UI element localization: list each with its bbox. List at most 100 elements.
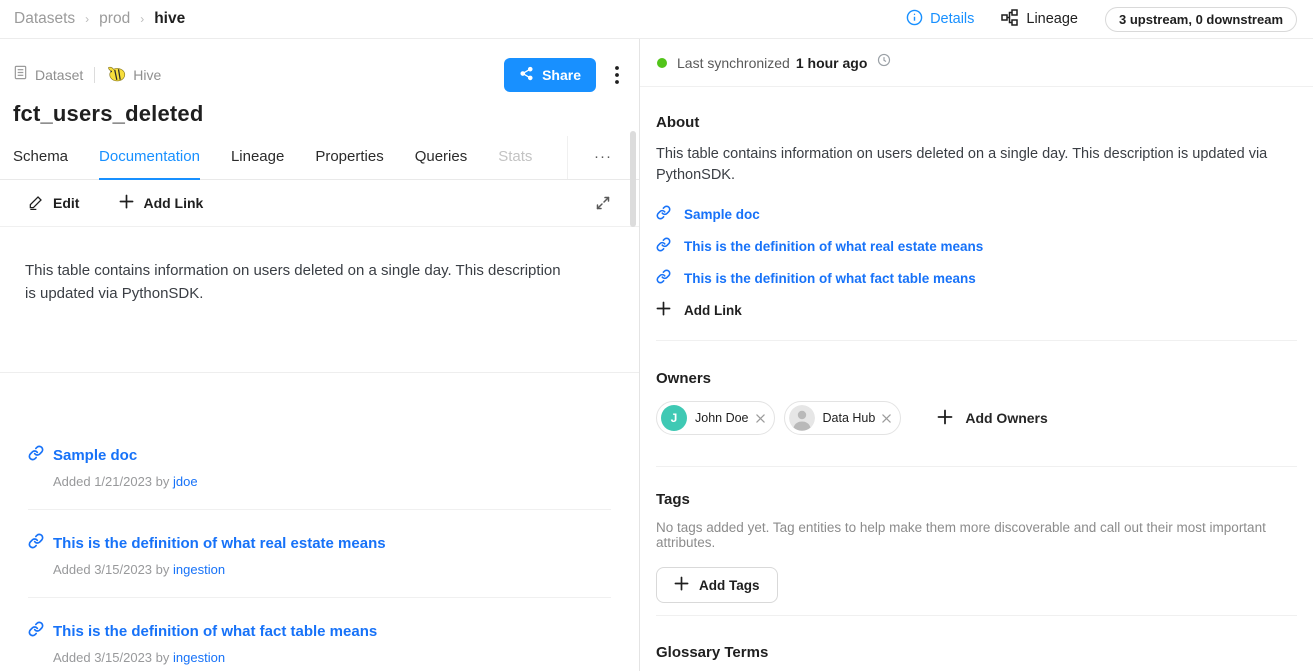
doc-link-title: Sample doc xyxy=(53,447,137,464)
owner-pill-data-hub[interactable]: Data Hub xyxy=(784,401,902,435)
lineage-icon xyxy=(1001,9,1018,30)
platform-label: Hive xyxy=(133,67,161,83)
plus-icon xyxy=(937,409,953,428)
main-layout: Dataset Hive Share fct_users_deleted Sch… xyxy=(0,39,1313,671)
share-label: Share xyxy=(542,67,581,83)
edit-label: Edit xyxy=(53,195,79,211)
plus-icon xyxy=(119,194,134,212)
add-link-label: Add Link xyxy=(143,195,203,211)
entity-panel: Dataset Hive Share fct_users_deleted Sch… xyxy=(0,39,640,671)
breadcrumb-separator: › xyxy=(85,12,89,26)
doc-link[interactable]: Sample doc xyxy=(28,445,611,465)
tab-documentation[interactable]: Documentation xyxy=(99,136,200,180)
lineage-toggle[interactable]: Lineage xyxy=(1001,9,1078,30)
doc-link-author[interactable]: jdoe xyxy=(173,474,198,489)
pencil-icon xyxy=(28,194,44,213)
tags-section-heading: Tags xyxy=(656,491,1297,508)
breadcrumb-prod[interactable]: prod xyxy=(99,10,130,28)
lineage-label: Lineage xyxy=(1026,11,1078,27)
link-icon xyxy=(28,533,44,553)
about-link-label: This is the definition of what fact tabl… xyxy=(684,271,976,286)
sync-status-text: Last synchronized xyxy=(677,55,790,71)
doc-link-author[interactable]: ingestion xyxy=(173,650,225,665)
plus-icon xyxy=(656,301,671,319)
glossary-section-heading: Glossary Terms xyxy=(656,644,1297,661)
owner-name: John Doe xyxy=(695,411,749,425)
divider xyxy=(656,615,1297,616)
documentation-text: This table contains information on users… xyxy=(25,260,573,305)
expand-icon[interactable] xyxy=(595,195,611,211)
doc-link-added: Added 1/21/2023 by xyxy=(53,474,169,489)
dataset-icon xyxy=(13,65,28,85)
datahub-dataset-page: Datasets › prod › hive Details Lineage 3… xyxy=(0,0,1313,671)
sidebar-add-link-label: Add Link xyxy=(684,303,742,318)
link-icon xyxy=(656,237,671,255)
top-actions: Details Lineage 3 upstream, 0 downstream xyxy=(906,7,1299,32)
sidebar-content: About This table contains information on… xyxy=(640,114,1313,671)
doc-link-meta: Added 3/15/2023 by ingestion xyxy=(53,650,611,665)
doc-link-meta: Added 3/15/2023 by ingestion xyxy=(53,562,611,577)
link-icon xyxy=(656,205,671,223)
about-link[interactable]: This is the definition of what fact tabl… xyxy=(656,262,1297,294)
edit-button[interactable]: Edit xyxy=(28,194,79,213)
add-owners-button[interactable]: Add Owners xyxy=(937,409,1047,428)
divider xyxy=(0,372,639,373)
add-tags-button[interactable]: Add Tags xyxy=(656,567,778,603)
documentation-links-list: Sample doc Added 1/21/2023 by jdoe This … xyxy=(0,445,639,671)
top-bar: Datasets › prod › hive Details Lineage 3… xyxy=(0,0,1313,39)
doc-link-title: This is the definition of what fact tabl… xyxy=(53,623,377,640)
add-tags-label: Add Tags xyxy=(699,578,760,593)
about-link[interactable]: This is the definition of what real esta… xyxy=(656,230,1297,262)
share-icon xyxy=(519,66,534,84)
avatar: J xyxy=(661,405,687,431)
link-icon xyxy=(28,621,44,641)
breadcrumb-separator: › xyxy=(140,12,144,26)
link-icon xyxy=(28,445,44,465)
owner-name: Data Hub xyxy=(823,411,876,425)
tab-schema[interactable]: Schema xyxy=(13,136,68,179)
tab-lineage[interactable]: Lineage xyxy=(231,136,284,179)
about-links: Sample doc This is the definition of wha… xyxy=(656,198,1297,326)
hive-logo-icon xyxy=(106,63,126,88)
doc-link-meta: Added 1/21/2023 by jdoe xyxy=(53,474,611,489)
tab-stats: Stats xyxy=(498,136,532,179)
doc-link-title: This is the definition of what real esta… xyxy=(53,535,386,552)
about-link[interactable]: Sample doc xyxy=(656,198,1297,230)
doc-link[interactable]: This is the definition of what fact tabl… xyxy=(28,621,611,641)
about-link-label: Sample doc xyxy=(684,207,760,222)
page-title: fct_users_deleted xyxy=(13,101,626,127)
details-label: Details xyxy=(930,11,974,27)
remove-owner-icon[interactable] xyxy=(756,414,765,423)
lineage-count-badge[interactable]: 3 upstream, 0 downstream xyxy=(1105,7,1297,32)
more-menu-button[interactable] xyxy=(609,62,625,88)
tab-properties[interactable]: Properties xyxy=(315,136,383,179)
add-link-button[interactable]: Add Link xyxy=(119,194,203,212)
breadcrumb-hive[interactable]: hive xyxy=(154,10,185,28)
doc-link[interactable]: This is the definition of what real esta… xyxy=(28,533,611,553)
sidebar-add-link-button[interactable]: Add Link xyxy=(656,294,1297,326)
divider xyxy=(94,67,95,83)
about-section-heading: About xyxy=(656,114,1297,131)
tab-overflow-menu[interactable]: ··· xyxy=(567,136,626,179)
about-link-label: This is the definition of what real esta… xyxy=(684,239,983,254)
link-icon xyxy=(656,269,671,287)
info-icon xyxy=(906,9,923,30)
scrollbar-thumb[interactable] xyxy=(630,131,636,227)
plus-icon xyxy=(674,576,689,594)
sync-status-row: Last synchronized 1 hour ago xyxy=(640,39,1313,87)
sidebar-panel: Last synchronized 1 hour ago About This … xyxy=(640,39,1313,671)
tags-empty-text: No tags added yet. Tag entities to help … xyxy=(656,520,1297,550)
owner-pill-john-doe[interactable]: J John Doe xyxy=(656,401,775,435)
details-toggle[interactable]: Details xyxy=(906,9,974,30)
breadcrumb-datasets[interactable]: Datasets xyxy=(14,10,75,28)
share-button[interactable]: Share xyxy=(504,58,596,92)
entity-type-row: Dataset Hive Share xyxy=(13,58,625,92)
owners-section-heading: Owners xyxy=(656,370,1297,387)
tab-queries[interactable]: Queries xyxy=(415,136,468,179)
divider xyxy=(656,340,1297,341)
doc-link-author[interactable]: ingestion xyxy=(173,562,225,577)
documentation-toolbar: Edit Add Link xyxy=(0,180,639,227)
remove-owner-icon[interactable] xyxy=(882,414,891,423)
doc-link-added: Added 3/15/2023 by xyxy=(53,562,169,577)
about-description: This table contains information on users… xyxy=(656,144,1290,186)
